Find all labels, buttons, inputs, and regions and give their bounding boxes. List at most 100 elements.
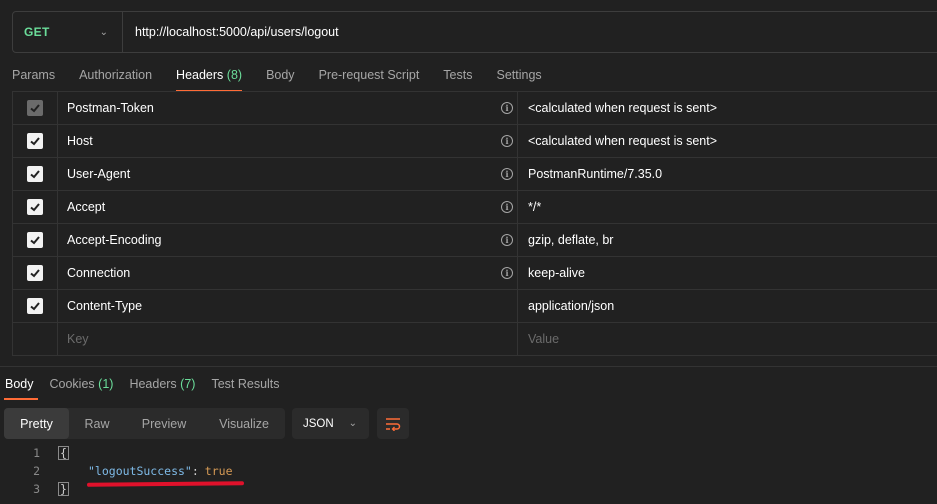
tab-tests[interactable]: Tests	[431, 62, 484, 92]
info-icon[interactable]: i	[501, 102, 513, 114]
value-cell[interactable]: <calculated when request is sent>	[518, 125, 937, 157]
tab-label: Body	[5, 377, 34, 391]
info-icon[interactable]: i	[501, 201, 513, 213]
key-cell[interactable]: Host i	[58, 125, 518, 157]
row-checkbox[interactable]	[27, 133, 43, 149]
header-key: Host	[67, 134, 93, 148]
headers-table: Postman-Token i <calculated when request …	[12, 91, 937, 356]
line-number: 3	[33, 482, 40, 496]
tab-settings[interactable]: Settings	[484, 62, 553, 92]
key-placeholder: Key	[67, 332, 89, 346]
checkbox-cell	[12, 224, 58, 256]
tab-response-headers[interactable]: Headers (7)	[124, 372, 203, 400]
line-number: 2	[33, 464, 40, 478]
view-preview-button[interactable]: Preview	[125, 408, 203, 439]
tab-params[interactable]: Params	[0, 62, 67, 92]
row-checkbox[interactable]	[27, 298, 43, 314]
method-select[interactable]: GET ⌄	[13, 12, 123, 52]
tab-label: Tests	[443, 68, 473, 82]
row-checkbox[interactable]	[27, 166, 43, 182]
key-cell[interactable]: User-Agent i	[58, 158, 518, 190]
header-key: Content-Type	[67, 299, 143, 313]
check-icon	[30, 302, 40, 311]
tab-headers[interactable]: Headers (8)	[164, 62, 254, 92]
table-row: Connection i keep-alive	[12, 257, 937, 290]
view-visualize-button[interactable]: Visualize	[203, 408, 285, 439]
header-value: <calculated when request is sent>	[528, 134, 718, 148]
close-brace: }	[58, 482, 69, 496]
info-icon[interactable]: i	[501, 234, 513, 246]
header-value: <calculated when request is sent>	[528, 101, 718, 115]
key-input[interactable]: Key	[58, 323, 518, 355]
method-label: GET	[24, 25, 50, 39]
tab-pre-request-script[interactable]: Pre-request Script	[307, 62, 432, 92]
key-cell[interactable]: Postman-Token i	[58, 92, 518, 124]
value-cell[interactable]: <calculated when request is sent>	[518, 92, 937, 124]
header-value: PostmanRuntime/7.35.0	[528, 167, 663, 181]
request-tabs: Params Authorization Headers (8) Body Pr…	[0, 62, 554, 92]
table-row: Content-Type application/json	[12, 290, 937, 323]
value-cell[interactable]: PostmanRuntime/7.35.0	[518, 158, 937, 190]
value-cell[interactable]: */*	[518, 191, 937, 223]
chevron-down-icon: ⌄	[99, 26, 108, 38]
response-tabs: Body Cookies (1) Headers (7) Test Result…	[0, 372, 291, 400]
code-line: 1 {	[0, 444, 937, 462]
header-value: application/json	[528, 299, 615, 313]
tab-response-body[interactable]: Body	[0, 372, 42, 400]
tab-authorization[interactable]: Authorization	[67, 62, 164, 92]
row-checkbox[interactable]	[27, 100, 43, 116]
header-value: keep-alive	[528, 266, 585, 280]
checkbox-cell	[12, 257, 58, 289]
tab-label: Authorization	[79, 68, 153, 82]
value-input[interactable]: Value	[518, 323, 937, 355]
header-key: Connection	[67, 266, 131, 280]
tab-count: (1)	[98, 377, 114, 391]
info-icon[interactable]: i	[501, 168, 513, 180]
row-checkbox[interactable]	[27, 199, 43, 215]
response-body-code[interactable]: 1 { 2 "logoutSuccess": true 3 }	[0, 444, 937, 498]
format-label: JSON	[303, 417, 334, 430]
checkbox-cell	[12, 92, 58, 124]
code-line: 2 "logoutSuccess": true	[0, 462, 937, 480]
key-cell[interactable]: Accept i	[58, 191, 518, 223]
pane-divider[interactable]	[0, 366, 937, 367]
check-icon	[30, 170, 40, 179]
tab-label: Cookies	[49, 377, 95, 391]
view-pretty-button[interactable]: Pretty	[4, 408, 69, 439]
table-row: Host i <calculated when request is sent>	[12, 125, 937, 158]
info-icon[interactable]: i	[501, 267, 513, 279]
header-key: Accept	[67, 200, 106, 214]
format-select[interactable]: JSON ⌄	[292, 408, 369, 439]
value-cell[interactable]: application/json	[518, 290, 937, 322]
key-cell[interactable]: Content-Type	[58, 290, 518, 322]
tab-label: Settings	[496, 68, 542, 82]
tab-label: Pre-request Script	[318, 68, 420, 82]
tab-body[interactable]: Body	[254, 62, 307, 92]
wrap-lines-button[interactable]	[377, 408, 409, 439]
open-brace: {	[58, 446, 69, 460]
table-row: Accept i */*	[12, 191, 937, 224]
key-cell[interactable]: Connection i	[58, 257, 518, 289]
info-icon[interactable]: i	[501, 135, 513, 147]
row-checkbox[interactable]	[27, 265, 43, 281]
tab-label: Params	[12, 68, 56, 82]
tab-count: (7)	[180, 377, 196, 391]
wrap-lines-icon	[386, 417, 401, 431]
new-header-row: Key Value	[12, 323, 937, 356]
tab-label: Headers	[129, 377, 177, 391]
view-mode-selector: Pretty Raw Preview Visualize	[4, 408, 285, 439]
checkbox-cell	[12, 191, 58, 223]
value-cell[interactable]: gzip, deflate, br	[518, 224, 937, 256]
url-bar: GET ⌄ http://localhost:5000/api/users/lo…	[12, 11, 937, 53]
tab-label: Test Results	[211, 377, 280, 391]
check-icon	[30, 104, 40, 113]
value-cell[interactable]: keep-alive	[518, 257, 937, 289]
tab-test-results[interactable]: Test Results	[206, 372, 287, 400]
table-row: User-Agent i PostmanRuntime/7.35.0	[12, 158, 937, 191]
row-checkbox[interactable]	[27, 232, 43, 248]
key-cell[interactable]: Accept-Encoding i	[58, 224, 518, 256]
tab-cookies[interactable]: Cookies (1)	[45, 372, 122, 400]
view-raw-button[interactable]: Raw	[69, 408, 125, 439]
url-input[interactable]: http://localhost:5000/api/users/logout	[123, 25, 339, 39]
check-icon	[30, 236, 40, 245]
